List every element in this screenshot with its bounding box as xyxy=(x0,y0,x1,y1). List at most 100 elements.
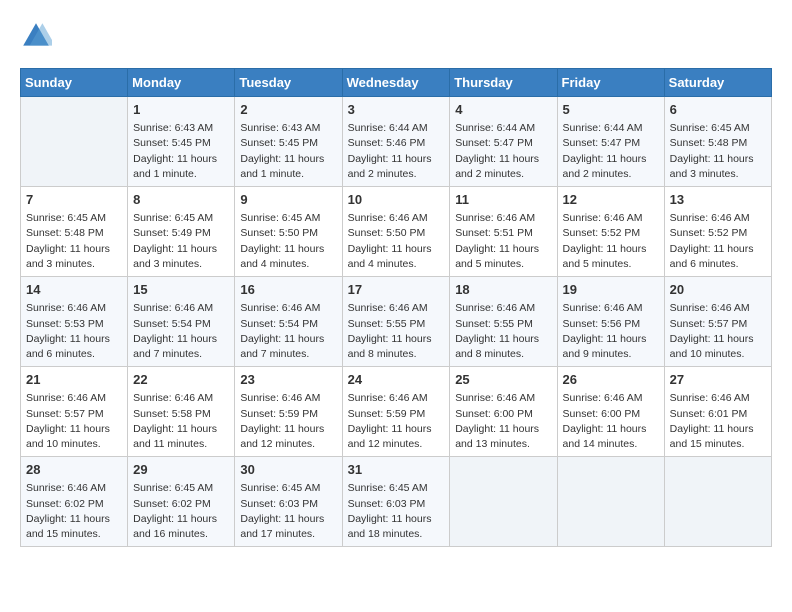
calendar-cell: 4Sunrise: 6:44 AMSunset: 5:47 PMDaylight… xyxy=(450,97,557,187)
day-info: Sunrise: 6:43 AMSunset: 5:45 PMDaylight:… xyxy=(133,121,229,182)
calendar-cell: 20 Sunrise: 6:46 AMSunset: 5:57 PMDayligh… xyxy=(664,277,771,367)
day-number: 18 xyxy=(455,281,551,299)
day-number: 16 xyxy=(240,281,336,299)
calendar-cell: 12 Sunrise: 6:46 AMSunset: 5:52 PMDayligh… xyxy=(557,187,664,277)
day-number: 8 xyxy=(133,191,229,209)
calendar-cell: 2Sunrise: 6:43 AMSunset: 5:45 PMDaylight… xyxy=(235,97,342,187)
calendar-week-1: 1 Sunrise: 6:43 AMSunset: 5:45 PMDaylight… xyxy=(21,97,772,187)
calendar-cell: 10 Sunrise: 6:46 AMSunset: 5:50 PMDayligh… xyxy=(342,187,450,277)
calendar-cell: 14Sunrise: 6:46 AMSunset: 5:53 PMDayligh… xyxy=(21,277,128,367)
day-number: 1 xyxy=(133,101,229,119)
day-info: Sunrise: 6:46 AMSunset: 5:58 PMDaylight:… xyxy=(133,391,229,452)
day-info: Sunrise: 6:46 AMSunset: 5:54 PMDaylight:… xyxy=(240,301,336,362)
day-info: Sunrise: 6:46 AMSunset: 5:52 PMDaylight:… xyxy=(670,211,766,272)
header-cell-tuesday: Tuesday xyxy=(235,69,342,97)
calendar-cell: 9 Sunrise: 6:45 AMSunset: 5:50 PMDaylight… xyxy=(235,187,342,277)
calendar-week-3: 14Sunrise: 6:46 AMSunset: 5:53 PMDayligh… xyxy=(21,277,772,367)
day-number: 6 xyxy=(670,101,766,119)
logo-icon xyxy=(20,20,52,52)
day-info: Sunrise: 6:46 AMSunset: 5:54 PMDaylight:… xyxy=(133,301,229,362)
header-cell-thursday: Thursday xyxy=(450,69,557,97)
day-info: Sunrise: 6:46 AMSunset: 6:00 PMDaylight:… xyxy=(455,391,551,452)
calendar-cell: 7 Sunrise: 6:45 AMSunset: 5:48 PMDaylight… xyxy=(21,187,128,277)
day-number: 24 xyxy=(348,371,445,389)
day-number: 15 xyxy=(133,281,229,299)
page-header xyxy=(20,20,772,52)
calendar-cell: 11 Sunrise: 6:46 AMSunset: 5:51 PMDayligh… xyxy=(450,187,557,277)
day-number: 10 xyxy=(348,191,445,209)
day-number: 29 xyxy=(133,461,229,479)
calendar-cell: 31Sunrise: 6:45 AMSunset: 6:03 PMDayligh… xyxy=(342,457,450,547)
day-info: Sunrise: 6:46 AMSunset: 5:59 PMDaylight:… xyxy=(240,391,336,452)
calendar-cell: 16 Sunrise: 6:46 AMSunset: 5:54 PMDayligh… xyxy=(235,277,342,367)
calendar-cell: 6Sunrise: 6:45 AMSunset: 5:48 PMDaylight… xyxy=(664,97,771,187)
calendar-cell: 22 Sunrise: 6:46 AMSunset: 5:58 PMDayligh… xyxy=(128,367,235,457)
header-cell-monday: Monday xyxy=(128,69,235,97)
day-number: 13 xyxy=(670,191,766,209)
day-info: Sunrise: 6:46 AMSunset: 6:00 PMDaylight:… xyxy=(563,391,659,452)
day-info: Sunrise: 6:46 AMSunset: 5:59 PMDaylight:… xyxy=(348,391,445,452)
header-cell-sunday: Sunday xyxy=(21,69,128,97)
day-number: 9 xyxy=(240,191,336,209)
day-info: Sunrise: 6:46 AMSunset: 5:55 PMDaylight:… xyxy=(348,301,445,362)
header-cell-wednesday: Wednesday xyxy=(342,69,450,97)
day-number: 7 xyxy=(26,191,122,209)
day-info: Sunrise: 6:45 AMSunset: 5:49 PMDaylight:… xyxy=(133,211,229,272)
calendar-cell: 3Sunrise: 6:44 AMSunset: 5:46 PMDaylight… xyxy=(342,97,450,187)
calendar-cell: 17 Sunrise: 6:46 AMSunset: 5:55 PMDayligh… xyxy=(342,277,450,367)
calendar-cell: 15 Sunrise: 6:46 AMSunset: 5:54 PMDayligh… xyxy=(128,277,235,367)
calendar-cell: 26Sunrise: 6:46 AMSunset: 6:00 PMDayligh… xyxy=(557,367,664,457)
day-info: Sunrise: 6:44 AMSunset: 5:46 PMDaylight:… xyxy=(348,121,445,182)
day-number: 21 xyxy=(26,371,122,389)
calendar-table: SundayMondayTuesdayWednesdayThursdayFrid… xyxy=(20,68,772,547)
calendar-cell: 24 Sunrise: 6:46 AMSunset: 5:59 PMDayligh… xyxy=(342,367,450,457)
calendar-cell: 18Sunrise: 6:46 AMSunset: 5:55 PMDayligh… xyxy=(450,277,557,367)
calendar-cell: 25 Sunrise: 6:46 AMSunset: 6:00 PMDayligh… xyxy=(450,367,557,457)
calendar-cell: 1 Sunrise: 6:43 AMSunset: 5:45 PMDaylight… xyxy=(128,97,235,187)
day-info: Sunrise: 6:46 AMSunset: 5:50 PMDaylight:… xyxy=(348,211,445,272)
calendar-header: SundayMondayTuesdayWednesdayThursdayFrid… xyxy=(21,69,772,97)
calendar-week-4: 21 Sunrise: 6:46 AMSunset: 5:57 PMDayligh… xyxy=(21,367,772,457)
day-info: Sunrise: 6:45 AMSunset: 5:50 PMDaylight:… xyxy=(240,211,336,272)
day-number: 22 xyxy=(133,371,229,389)
day-number: 19 xyxy=(563,281,659,299)
day-number: 4 xyxy=(455,101,551,119)
day-info: Sunrise: 6:45 AMSunset: 5:48 PMDaylight:… xyxy=(26,211,122,272)
calendar-cell: 28Sunrise: 6:46 AMSunset: 6:02 PMDayligh… xyxy=(21,457,128,547)
day-number: 17 xyxy=(348,281,445,299)
calendar-cell: 5 Sunrise: 6:44 AMSunset: 5:47 PMDaylight… xyxy=(557,97,664,187)
day-number: 12 xyxy=(563,191,659,209)
day-info: Sunrise: 6:45 AMSunset: 6:02 PMDaylight:… xyxy=(133,481,229,542)
logo xyxy=(20,20,56,52)
calendar-cell: 27 Sunrise: 6:46 AMSunset: 6:01 PMDayligh… xyxy=(664,367,771,457)
day-info: Sunrise: 6:46 AMSunset: 6:01 PMDaylight:… xyxy=(670,391,766,452)
day-number: 5 xyxy=(563,101,659,119)
calendar-week-2: 7 Sunrise: 6:45 AMSunset: 5:48 PMDaylight… xyxy=(21,187,772,277)
day-info: Sunrise: 6:46 AMSunset: 5:57 PMDaylight:… xyxy=(670,301,766,362)
day-number: 31 xyxy=(348,461,445,479)
calendar-cell: 8 Sunrise: 6:45 AMSunset: 5:49 PMDaylight… xyxy=(128,187,235,277)
day-number: 23 xyxy=(240,371,336,389)
day-info: Sunrise: 6:46 AMSunset: 5:53 PMDaylight:… xyxy=(26,301,122,362)
calendar-cell xyxy=(664,457,771,547)
day-info: Sunrise: 6:46 AMSunset: 5:51 PMDaylight:… xyxy=(455,211,551,272)
day-info: Sunrise: 6:46 AMSunset: 5:52 PMDaylight:… xyxy=(563,211,659,272)
day-number: 27 xyxy=(670,371,766,389)
day-info: Sunrise: 6:44 AMSunset: 5:47 PMDaylight:… xyxy=(563,121,659,182)
calendar-week-5: 28Sunrise: 6:46 AMSunset: 6:02 PMDayligh… xyxy=(21,457,772,547)
header-row: SundayMondayTuesdayWednesdayThursdayFrid… xyxy=(21,69,772,97)
calendar-cell: 21 Sunrise: 6:46 AMSunset: 5:57 PMDayligh… xyxy=(21,367,128,457)
calendar-cell: 29 Sunrise: 6:45 AMSunset: 6:02 PMDayligh… xyxy=(128,457,235,547)
calendar-body: 1 Sunrise: 6:43 AMSunset: 5:45 PMDaylight… xyxy=(21,97,772,547)
day-number: 20 xyxy=(670,281,766,299)
day-info: Sunrise: 6:46 AMSunset: 6:02 PMDaylight:… xyxy=(26,481,122,542)
day-number: 25 xyxy=(455,371,551,389)
calendar-cell: 30Sunrise: 6:45 AMSunset: 6:03 PMDayligh… xyxy=(235,457,342,547)
header-cell-saturday: Saturday xyxy=(664,69,771,97)
calendar-cell xyxy=(450,457,557,547)
calendar-cell: 23 Sunrise: 6:46 AMSunset: 5:59 PMDayligh… xyxy=(235,367,342,457)
day-info: Sunrise: 6:46 AMSunset: 5:57 PMDaylight:… xyxy=(26,391,122,452)
day-info: Sunrise: 6:43 AMSunset: 5:45 PMDaylight:… xyxy=(240,121,336,182)
day-number: 11 xyxy=(455,191,551,209)
calendar-cell xyxy=(21,97,128,187)
